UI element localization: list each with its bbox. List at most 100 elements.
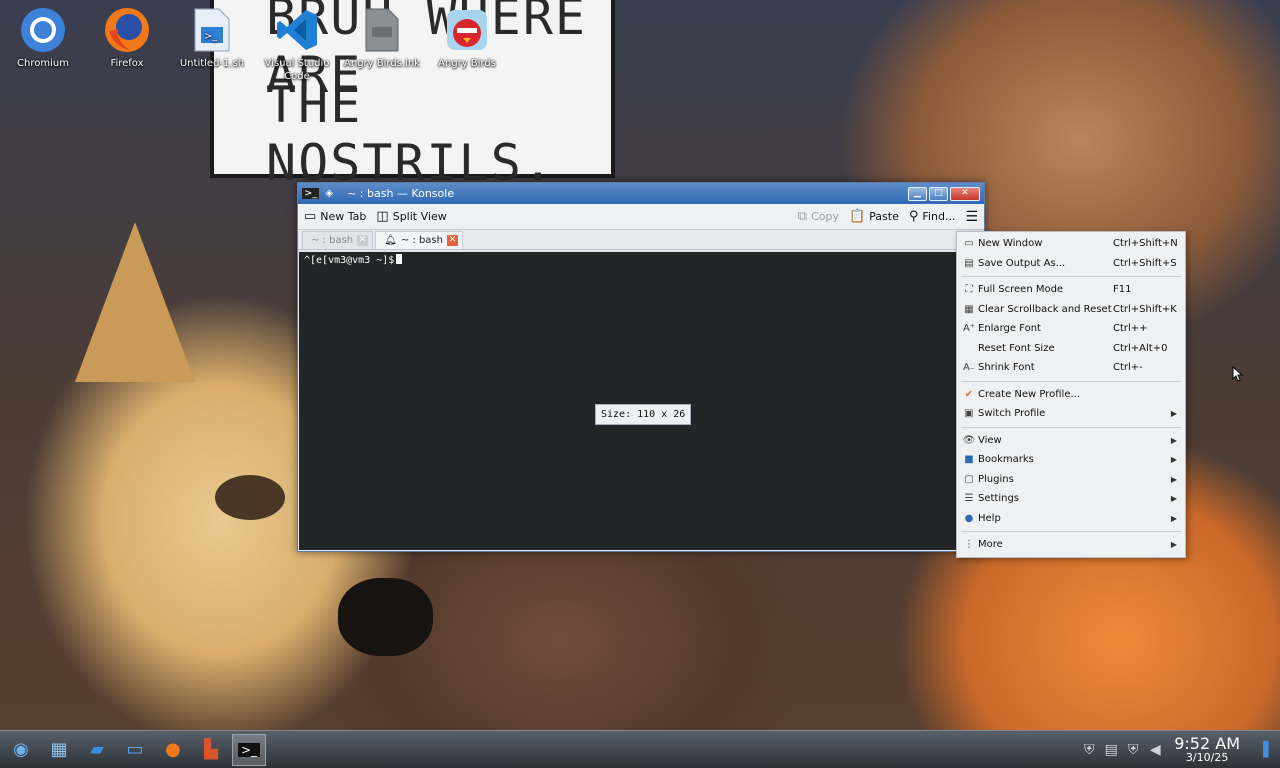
window-icon: ▭ xyxy=(126,739,144,760)
hamburger-icon: ☰ xyxy=(965,208,978,225)
terminal-cursor xyxy=(396,254,403,264)
menu-item-plugins[interactable]: ▢ Plugins ▶ xyxy=(957,470,1185,490)
find-button[interactable]: ⚲ Find... xyxy=(909,209,956,224)
menu-item-label: New Window xyxy=(978,238,1043,250)
submenu-arrow-icon: ▶ xyxy=(1170,455,1177,465)
menu-item-shortcut: Ctrl+Alt+0 xyxy=(1113,342,1168,354)
size-tooltip: Size: 110 x 26 xyxy=(595,404,692,425)
window-menu-icon[interactable]: ◈ xyxy=(325,188,333,199)
paste-button[interactable]: 📋 Paste xyxy=(849,209,899,224)
taskbar-clock[interactable]: 9:52 AM 3/10/25 xyxy=(1174,735,1240,764)
menu-item-new-window[interactable]: ▭ New Window Ctrl+Shift+N xyxy=(957,234,1185,254)
menu-item-shortcut: Ctrl+- xyxy=(1113,362,1143,374)
menu-item-reset-font-size[interactable]: Reset Font Size Ctrl+Alt+0 xyxy=(957,339,1185,359)
volume-icon[interactable]: ◀ xyxy=(1146,741,1164,759)
window-titlebar[interactable]: >_ ◈ ~ : bash — Konsole ▁ □ ✕ xyxy=(298,183,984,204)
terminal-prompt: ^[e[vm3@vm3 ~]$ xyxy=(304,255,395,266)
security-icon[interactable]: ⛨ xyxy=(1124,741,1142,759)
submenu-arrow-icon: ▶ xyxy=(1170,474,1177,484)
menu-item-label: Create New Profile... xyxy=(978,388,1081,400)
chromium-icon xyxy=(19,6,67,54)
clock-date: 3/10/25 xyxy=(1185,751,1229,764)
submenu-arrow-icon: ▶ xyxy=(1170,494,1177,504)
split-view-icon: ◫ xyxy=(376,209,389,224)
terminal-area[interactable]: ^[e[vm3@vm3 ~]$ Size: 110 x 26 xyxy=(299,252,983,550)
angry-birds-icon xyxy=(443,6,491,54)
hamburger-menu-button[interactable]: ☰ xyxy=(965,209,978,225)
system-tray: ⛨ ▤ ⛨ ◀ 9:52 AM 3/10/25 ▐ xyxy=(1076,735,1280,764)
menu-item-label: Help xyxy=(978,512,1001,524)
tab-bar: ~ : bash ✕ 🔔︎ ~ : bash ✕ xyxy=(298,230,984,250)
submenu-arrow-icon: ▶ xyxy=(1170,540,1177,550)
desktop-icon-vscode[interactable]: Visual Studio Code xyxy=(254,6,340,83)
close-tab-icon[interactable]: ✕ xyxy=(357,235,369,246)
desktop-icon-angry-birds[interactable]: Angry Birds xyxy=(424,6,510,70)
desktop-icon-label: Visual Studio Code xyxy=(264,58,330,82)
menu-item-save-output[interactable]: ▤ Save Output As... Ctrl+Shift+S xyxy=(957,254,1185,274)
desktop-icon-firefox[interactable]: Firefox xyxy=(84,6,170,70)
taskbar-window[interactable]: ▭ xyxy=(118,734,152,766)
new-tab-label: New Tab xyxy=(320,210,367,223)
split-view-label: Split View xyxy=(392,210,447,223)
taskbar-show-desktop[interactable]: ▦ xyxy=(42,734,76,766)
wallpaper-doge-eye xyxy=(215,475,285,520)
tab-bash-2[interactable]: 🔔︎ ~ : bash ✕ xyxy=(375,231,463,249)
menu-item-shortcut: Ctrl+Shift+K xyxy=(1113,303,1177,315)
window-title: ~ : bash — Konsole xyxy=(347,187,455,200)
find-label: Find... xyxy=(922,210,956,223)
search-icon: ⚲ xyxy=(908,209,919,224)
menu-item-view[interactable]: 👁︎ View ▶ xyxy=(957,431,1185,451)
taskbar-powerpoint[interactable]: ▙ xyxy=(194,734,228,766)
save-icon: ▤ xyxy=(964,257,974,269)
menu-item-full-screen[interactable]: ⛶ Full Screen Mode F11 xyxy=(957,280,1185,300)
new-tab-icon: ▭ xyxy=(304,209,317,224)
desktop-icon-chromium[interactable]: Chromium xyxy=(0,6,86,70)
font-larger-icon: A⁺ xyxy=(962,323,976,335)
show-desktop-icon[interactable]: ▐ xyxy=(1254,741,1272,759)
new-window-icon: ▭ xyxy=(964,238,974,250)
menu-item-create-profile[interactable]: ✔ Create New Profile... xyxy=(957,385,1185,405)
menu-separator xyxy=(961,426,1181,428)
menu-item-switch-profile[interactable]: ▣ Switch Profile ▶ xyxy=(957,404,1185,424)
tab-label: ~ : bash xyxy=(400,235,443,246)
desktop-icon-label: Firefox xyxy=(110,58,144,69)
menu-item-clear-scrollback[interactable]: ▦ Clear Scrollback and Reset Ctrl+Shift+K xyxy=(957,300,1185,320)
menu-item-shortcut: F11 xyxy=(1113,284,1132,296)
menu-item-label: Full Screen Mode xyxy=(978,284,1064,296)
split-view-button[interactable]: ◫ Split View xyxy=(376,209,446,224)
paste-label: Paste xyxy=(869,210,899,223)
desktop-icon-label: Chromium xyxy=(17,58,69,69)
firefox-icon: ● xyxy=(165,739,181,760)
taskbar-konsole[interactable]: >_ xyxy=(232,733,266,766)
shield-icon[interactable]: ⛨ xyxy=(1080,741,1098,759)
menu-item-help[interactable]: ● Help ▶ xyxy=(957,509,1185,529)
menu-item-enlarge-font[interactable]: A⁺ Enlarge Font Ctrl++ xyxy=(957,319,1185,339)
taskbar-firefox[interactable]: ● xyxy=(156,734,190,766)
network-icon[interactable]: ▤ xyxy=(1102,741,1120,759)
desktop-icon-untitled-sh[interactable]: >_ Untitled-1.sh xyxy=(169,6,255,70)
menu-item-label: Clear Scrollback and Reset xyxy=(978,303,1112,315)
menu-item-more[interactable]: ⋮ More ▶ xyxy=(957,535,1185,555)
copy-label: Copy xyxy=(811,210,839,223)
menu-item-label: Switch Profile xyxy=(978,408,1046,420)
start-icon: ◉ xyxy=(13,739,29,760)
close-tab-icon[interactable]: ✕ xyxy=(446,235,458,246)
tab-bash-1[interactable]: ~ : bash ✕ xyxy=(302,231,374,249)
minimize-button[interactable]: ▁ xyxy=(908,186,927,201)
desktop-icon-angry-birds-lnk[interactable]: Angry Birds.lnk xyxy=(339,6,425,70)
copy-button[interactable]: ⧉ Copy xyxy=(798,209,839,224)
menu-item-label: Enlarge Font xyxy=(978,323,1041,335)
close-button[interactable]: ✕ xyxy=(950,186,980,201)
menu-item-bookmarks[interactable]: ■ Bookmarks ▶ xyxy=(957,450,1185,470)
more-icon: ⋮ xyxy=(964,539,974,551)
menu-item-shortcut: Ctrl++ xyxy=(1113,323,1148,335)
bookmark-icon: ■ xyxy=(964,454,974,466)
maximize-button[interactable]: □ xyxy=(929,186,948,201)
menu-item-shrink-font[interactable]: A₋ Shrink Font Ctrl+- xyxy=(957,358,1185,378)
paste-icon: 📋 xyxy=(848,209,866,224)
menu-item-settings[interactable]: ☰ Settings ▶ xyxy=(957,489,1185,509)
start-button[interactable]: ◉ xyxy=(4,734,38,766)
taskbar-file-explorer[interactable]: ▰ xyxy=(80,734,114,766)
bell-icon: 🔔︎ xyxy=(384,235,397,246)
new-tab-button[interactable]: ▭ New Tab xyxy=(304,209,366,224)
